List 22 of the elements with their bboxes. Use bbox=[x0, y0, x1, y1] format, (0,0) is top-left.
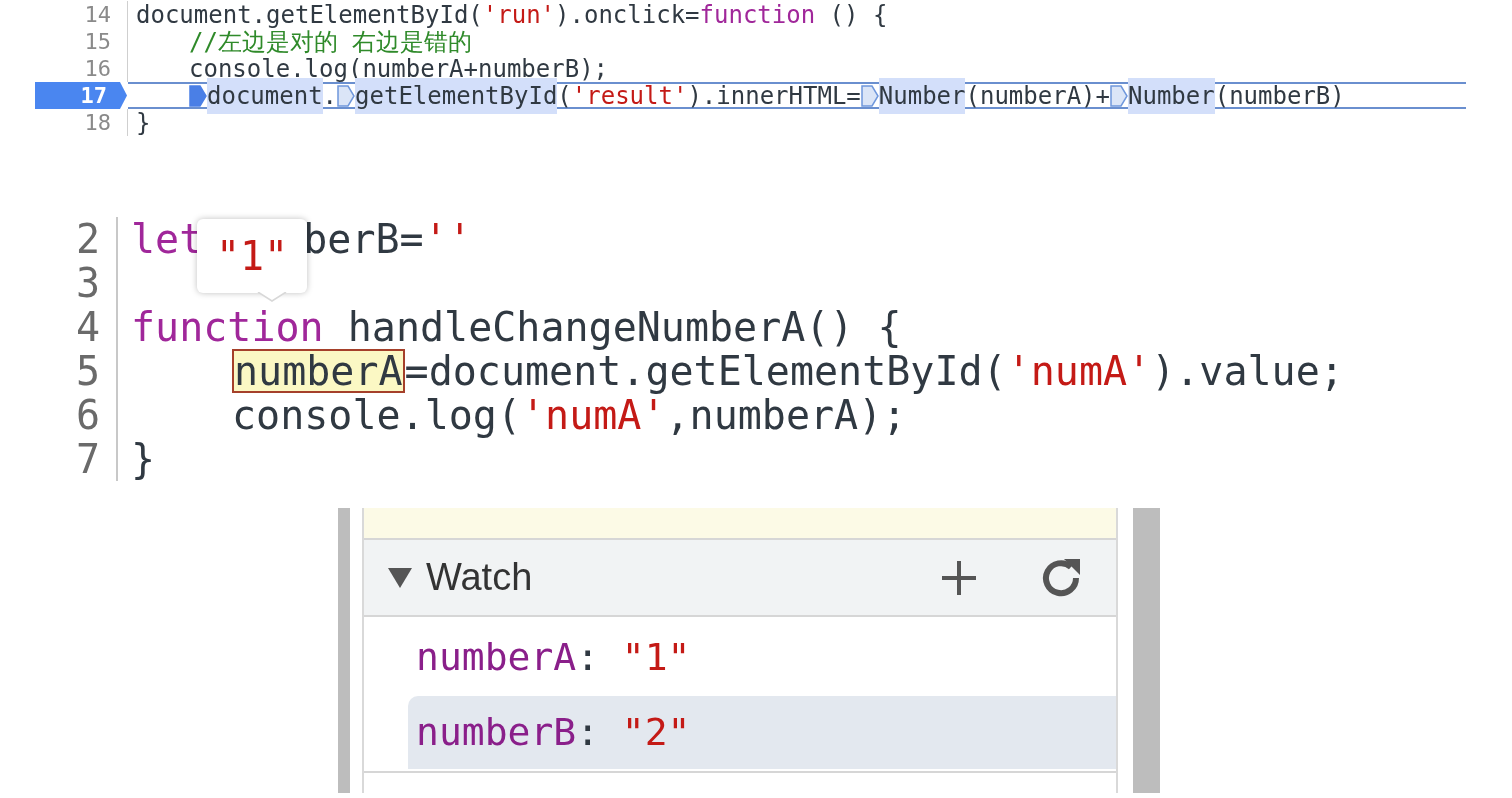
watch-header[interactable]: Watch bbox=[364, 540, 1116, 617]
expand-triangle-icon[interactable] bbox=[388, 567, 412, 588]
tooltip-pointer-icon bbox=[257, 292, 287, 302]
code-text: function handleChangeNumberA() { bbox=[131, 303, 902, 352]
line-number: 15 bbox=[84, 28, 128, 55]
code-text: Number bbox=[878, 77, 966, 114]
value-tooltip: "1" bbox=[197, 219, 307, 293]
add-icon[interactable] bbox=[940, 558, 978, 597]
hovered-variable[interactable]: numberA bbox=[232, 349, 405, 393]
code-text: document.getElementById('run').onclick=function () { bbox=[136, 0, 888, 30]
code-text: (numberA)+ bbox=[965, 80, 1110, 112]
watch-title: Watch bbox=[426, 555, 533, 600]
line-number: 14 bbox=[84, 1, 128, 28]
code-text: } bbox=[131, 435, 156, 484]
scrollbar[interactable] bbox=[1133, 508, 1160, 793]
line-number: 18 bbox=[84, 109, 128, 136]
watch-item[interactable]: numberB: "2" bbox=[408, 696, 1116, 769]
code-text: document bbox=[207, 77, 323, 114]
code-text: Number bbox=[1128, 77, 1215, 114]
code-text: } bbox=[136, 107, 151, 139]
code-text: getElementById bbox=[355, 77, 558, 114]
code-text: (numberB) bbox=[1214, 80, 1345, 112]
